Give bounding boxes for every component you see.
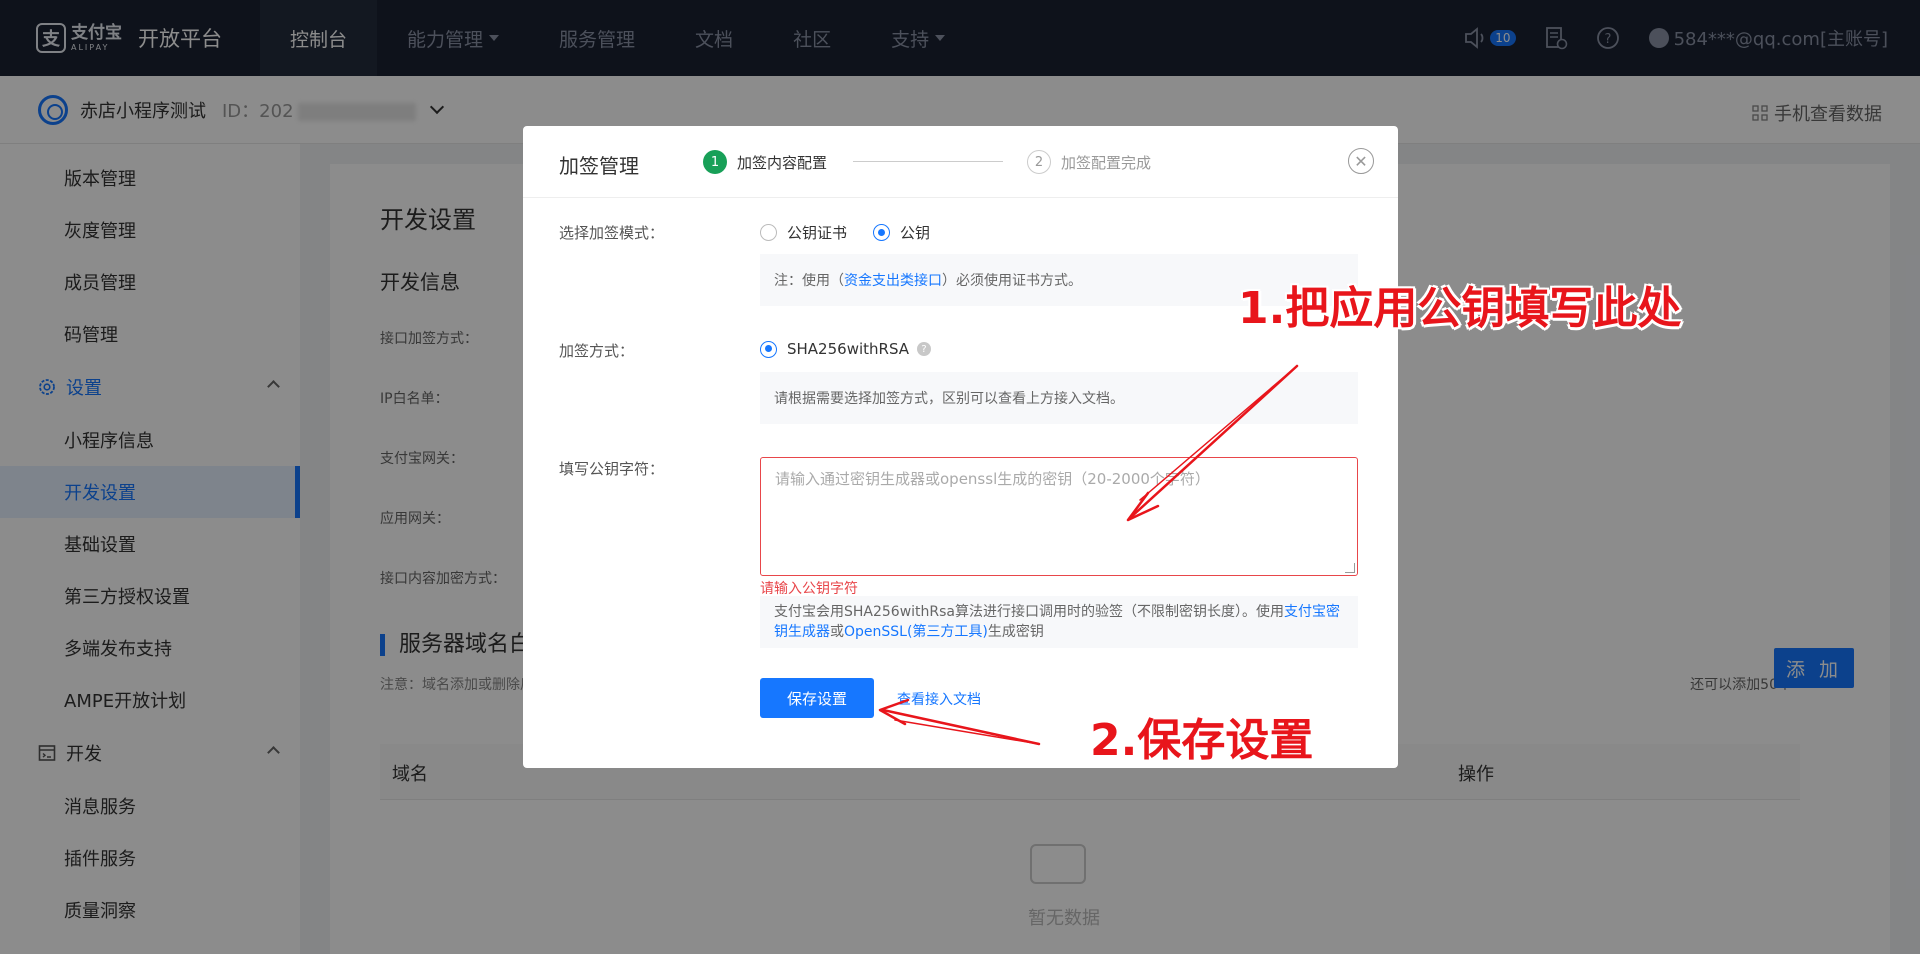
fund-interface-link[interactable]: 资金支出类接口 [844,270,942,290]
mode-label: 选择加签模式： [559,224,665,242]
method-hint: 请根据需要选择加签方式，区别可以查看上方接入文档。 [760,372,1358,424]
step-1-number: 1 [703,150,727,174]
annotation-step-1: 1.把应用公钥填写此处 [1238,283,1682,334]
public-key-textarea[interactable]: 请输入通过密钥生成器或openssl生成的密钥（20-2000个字符） [760,457,1358,576]
radio-public-key-label[interactable]: 公钥 [900,222,930,243]
radio-cert[interactable] [760,224,777,241]
modal-header: 加签管理 1 加签内容配置 2 加签配置完成 ✕ [523,126,1398,198]
radio-sha256[interactable] [760,340,777,358]
radio-sha256-label[interactable]: SHA256withRSA [787,340,909,358]
view-docs-link[interactable]: 查看接入文档 [897,689,981,709]
modal-title: 加签管理 [559,154,639,178]
step-connector [853,161,1003,162]
save-settings-button[interactable]: 保存设置 [760,678,874,718]
radio-cert-label[interactable]: 公钥证书 [787,222,847,243]
step-1: 1 加签内容配置 [703,150,827,174]
step-2-label: 加签配置完成 [1061,153,1152,172]
sign-management-modal: 加签管理 1 加签内容配置 2 加签配置完成 ✕ 选择加签模式： 公钥证书 公钥… [523,126,1398,768]
method-label: 加签方式： [559,342,635,360]
step-2: 2 加签配置完成 [1027,150,1151,174]
mode-radio-group: 公钥证书 公钥 [760,222,956,243]
step-2-number: 2 [1027,150,1051,174]
key-label: 填写公钥字符： [559,460,665,478]
method-radio-group: SHA256withRSA ? [760,340,931,358]
annotation-step-2: 2.保存设置 [1090,715,1314,766]
openssl-link[interactable]: OpenSSL(第三方工具) [844,624,988,640]
radio-public-key[interactable] [873,224,891,241]
key-description: 支付宝会用SHA256withRsa算法进行接口调用时的验签（不限制密钥长度）。… [760,596,1358,648]
key-error-text: 请输入公钥字符 [760,581,858,597]
step-1-label: 加签内容配置 [737,153,828,172]
resize-handle[interactable] [1345,563,1355,573]
close-icon[interactable]: ✕ [1348,148,1374,174]
help-icon[interactable]: ? [917,342,931,356]
